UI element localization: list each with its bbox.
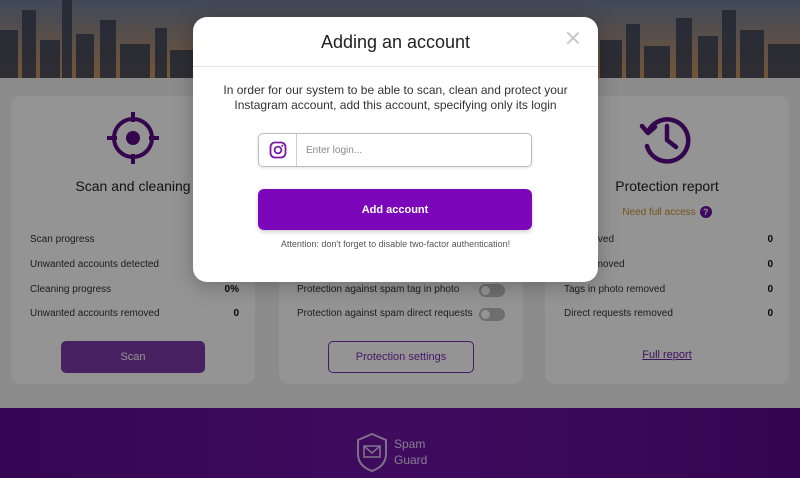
add-account-button[interactable]: Add account: [258, 189, 532, 230]
modal-description: In order for our system to be able to sc…: [223, 83, 568, 112]
instagram-icon: [259, 134, 297, 166]
modal-header: Adding an account: [193, 17, 598, 67]
login-field: [258, 133, 532, 167]
close-icon[interactable]: [566, 31, 580, 45]
modal-title: Adding an account: [320, 32, 471, 52]
login-input[interactable]: [297, 134, 531, 166]
attention-note: Attention: don't forget to disable two-f…: [280, 239, 511, 249]
add-account-modal: Adding an account In order for our syste…: [193, 17, 598, 282]
